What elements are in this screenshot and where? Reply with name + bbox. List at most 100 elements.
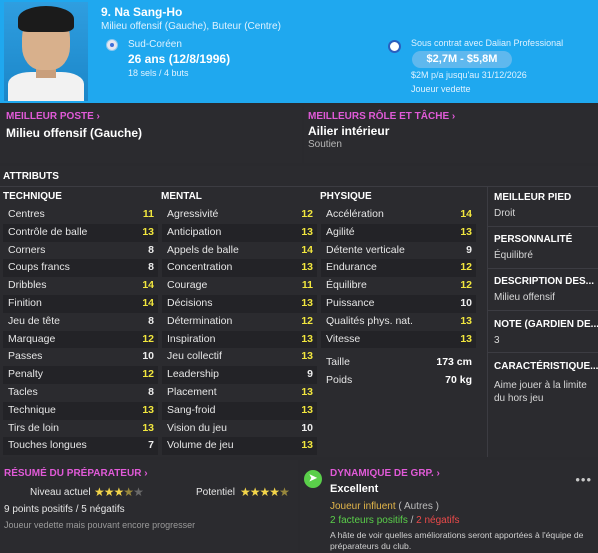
attribute-label: Qualités phys. nat. <box>326 314 413 327</box>
attribute-row[interactable]: Coups francs 8 <box>3 259 158 278</box>
attribute-label: Placement <box>167 385 217 398</box>
attribute-row[interactable]: Détermination 12 <box>162 313 317 331</box>
attribute-value: 8 <box>148 385 154 398</box>
attribute-row[interactable]: Corners 8 <box>3 242 158 260</box>
attribute-row[interactable]: Tacles 8 <box>3 384 158 402</box>
attribute-value: 10 <box>301 421 313 434</box>
attribute-row[interactable]: Touches longues 7 <box>3 437 158 456</box>
attribute-row[interactable]: Décisions 13 <box>162 294 317 313</box>
star-icon: ★ <box>279 485 290 499</box>
attribute-value: 8 <box>148 261 154 274</box>
attribute-label: Centres <box>8 208 45 220</box>
attribute-row[interactable]: Marquage 12 <box>3 330 158 349</box>
attribute-row[interactable]: Inspiration 13 <box>162 330 317 349</box>
attribute-row[interactable]: Anticipation 13 <box>162 223 317 242</box>
attribute-value: 13 <box>460 332 472 345</box>
group-mood: Excellent <box>330 483 379 495</box>
attribute-row[interactable]: Leadership 9 <box>162 366 317 384</box>
player-age: 26 ans (12/8/1996) <box>128 52 231 66</box>
attribute-row[interactable]: Équilibre 12 <box>321 277 476 295</box>
attribute-label: Puissance <box>326 296 375 309</box>
attribute-value: 10 <box>142 350 154 363</box>
attribute-value: 13 <box>301 225 313 238</box>
attribute-row[interactable]: Volume de jeu 13 <box>162 437 317 456</box>
attribute-row[interactable]: Agilité 13 <box>321 223 476 242</box>
group-dynamics-panel: ➤ DYNAMIQUE DE GRP. › ••• Excellent Joue… <box>300 460 598 553</box>
attribute-row[interactable]: Détente verticale 9 <box>321 242 476 260</box>
player-info-sidebar: MEILLEUR PIED Droit PERSONNALITÉ Équilib… <box>487 186 598 457</box>
club-badge-icon[interactable] <box>388 40 401 53</box>
attribute-row[interactable]: Finition 14 <box>3 294 158 313</box>
physical-stat-row: Poids 70 kg <box>321 372 476 390</box>
attribute-value: 13 <box>142 403 154 416</box>
attribute-row[interactable]: Concentration 13 <box>162 259 317 278</box>
potential-ability-stars: ★★★★★ <box>240 485 290 499</box>
physical-stat-value: 173 cm <box>436 356 472 369</box>
attribute-label: Contrôle de balle <box>8 225 88 238</box>
traits-title: CARACTÉRISTIQUE... <box>494 361 598 372</box>
squad-status: Joueur vedette <box>411 84 471 94</box>
group-role-value[interactable]: Joueur influent <box>330 501 396 512</box>
attribute-label: Tirs de loin <box>8 421 59 434</box>
attribute-value: 11 <box>301 279 313 292</box>
attribute-label: Tacles <box>8 385 38 398</box>
attribute-label: Décisions <box>167 296 213 309</box>
star-icon: ★ <box>123 485 134 499</box>
star-icon: ★ <box>133 485 144 499</box>
attribute-label: Endurance <box>326 261 377 274</box>
attribute-row[interactable]: Dribbles 14 <box>3 277 158 295</box>
contract-info[interactable]: Sous contrat avec Dalian Professional <box>411 38 563 48</box>
physical-stat-row: Taille 173 cm <box>321 354 476 372</box>
attribute-label: Agilité <box>326 225 355 238</box>
attribute-label: Anticipation <box>167 225 222 238</box>
attribute-row[interactable]: Sang-froid 13 <box>162 401 317 420</box>
attribute-row[interactable]: Courage 11 <box>162 277 317 295</box>
attribute-label: Coups francs <box>8 261 70 274</box>
wage-info: $2M p/a jusqu'au 31/12/2026 <box>411 70 527 80</box>
best-position-link[interactable]: MEILLEUR POSTE › <box>6 111 100 122</box>
group-factors: 2 facteurs positifs / 2 négatifs <box>330 515 460 526</box>
attribute-row[interactable]: Qualités phys. nat. 13 <box>321 313 476 331</box>
attribute-row[interactable]: Jeu de tête 8 <box>3 313 158 331</box>
group-dynamics-link[interactable]: DYNAMIQUE DE GRP. › <box>330 468 440 479</box>
attribute-value: 8 <box>148 314 154 327</box>
attribute-row[interactable]: Centres 11 <box>3 206 158 224</box>
physical-stat-label: Taille <box>326 356 350 369</box>
attribute-row[interactable]: Contrôle de balle 13 <box>3 223 158 242</box>
nation-flag-icon <box>106 39 118 51</box>
attribute-value: 12 <box>301 208 313 220</box>
attribute-row[interactable]: Endurance 12 <box>321 259 476 278</box>
attribute-row[interactable]: Puissance 10 <box>321 294 476 313</box>
attribute-label: Courage <box>167 279 208 292</box>
attribute-row[interactable]: Penalty 12 <box>3 366 158 384</box>
player-header: 9. Na Sang-Ho Milieu offensif (Gauche), … <box>0 0 598 103</box>
physique-title: PHYSIQUE <box>320 191 372 202</box>
best-role-panel: MEILLEURS RÔLE ET TÂCHE › Ailier intérie… <box>304 107 598 163</box>
attribute-value: 13 <box>460 225 472 238</box>
attribute-value: 13 <box>301 296 313 309</box>
attribute-row[interactable]: Passes 10 <box>3 348 158 366</box>
dots-icon[interactable]: ••• <box>575 472 592 487</box>
best-role-link[interactable]: MEILLEURS RÔLE ET TÂCHE › <box>308 111 455 122</box>
attribute-label: Agressivité <box>167 208 219 220</box>
attribute-row[interactable]: Accélération 14 <box>321 206 476 224</box>
attribute-row[interactable]: Jeu collectif 13 <box>162 348 317 366</box>
attribute-label: Accélération <box>326 208 384 220</box>
attribute-value: 12 <box>142 368 154 381</box>
star-icon: ★ <box>103 485 115 499</box>
coach-report-link[interactable]: RÉSUMÉ DU PRÉPARATEUR › <box>4 468 148 479</box>
attribute-label: Volume de jeu <box>167 439 234 452</box>
player-positions: Milieu offensif (Gauche), Buteur (Centre… <box>101 21 281 32</box>
attribute-row[interactable]: Agressivité 12 <box>162 206 317 224</box>
attribute-row[interactable]: Appels de balle 14 <box>162 242 317 260</box>
attribute-value: 13 <box>142 421 154 434</box>
attribute-row[interactable]: Placement 13 <box>162 384 317 402</box>
attribute-row[interactable]: Tirs de loin 13 <box>3 420 158 438</box>
attribute-label: Appels de balle <box>167 243 239 256</box>
attribute-row[interactable]: Technique 13 <box>3 401 158 420</box>
attribute-value: 13 <box>301 385 313 398</box>
attribute-row[interactable]: Vitesse 13 <box>321 330 476 349</box>
attribute-row[interactable]: Vision du jeu 10 <box>162 420 317 438</box>
nationality[interactable]: Sud-Coréen <box>128 39 182 50</box>
current-ability-stars: ★★★★★ <box>94 485 144 499</box>
